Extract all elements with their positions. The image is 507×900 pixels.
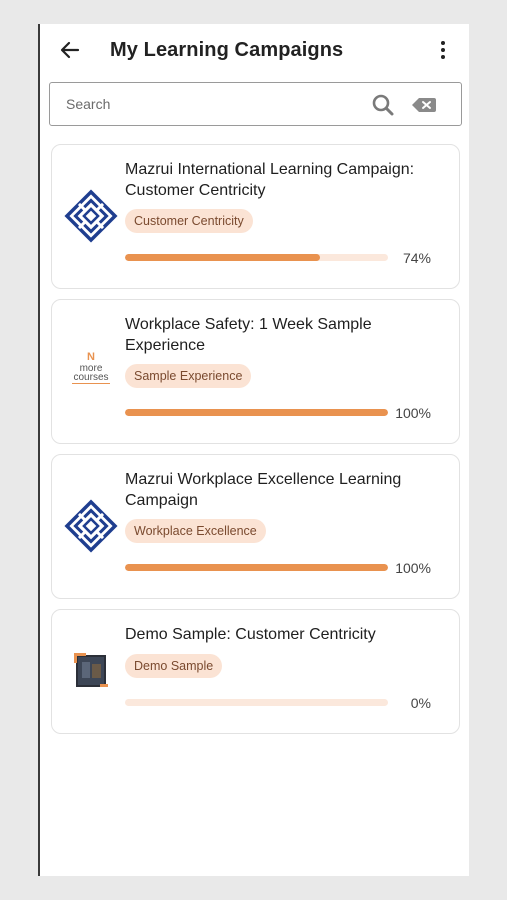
campaign-title: Demo Sample: Customer Centricity	[125, 626, 376, 643]
more-courses-logo-icon: N more courses	[72, 351, 110, 384]
progress-percent: 100%	[395, 405, 431, 421]
progress-fill	[125, 409, 388, 416]
campaign-card[interactable]: Demo Sample: Customer Centricity Demo Sa…	[51, 609, 460, 734]
progress-fill	[125, 254, 320, 261]
clear-icon[interactable]	[411, 95, 437, 115]
progress-fill	[125, 564, 388, 571]
search-input[interactable]: Search	[66, 96, 110, 112]
progress-percent: 100%	[395, 560, 431, 576]
progress-bar	[125, 564, 388, 571]
progress-percent: 0%	[410, 695, 431, 711]
campaign-tag: Demo Sample	[125, 654, 223, 678]
progress-bar	[125, 409, 388, 416]
more-options-icon[interactable]	[431, 38, 455, 62]
demo-thumbnail-icon	[74, 653, 108, 687]
campaign-tag: Sample Experience	[125, 364, 252, 388]
back-arrow-icon[interactable]	[58, 38, 82, 62]
campaign-card[interactable]: N more courses Workplace Safety: 1 Week …	[51, 299, 460, 444]
logo-text-n: N	[87, 351, 95, 363]
logo-text-courses: courses	[73, 372, 108, 383]
search-bar[interactable]: Search	[49, 82, 462, 126]
app-screen: My Learning Campaigns Search Mazrui Inte…	[38, 24, 469, 876]
mazrui-logo-icon	[64, 499, 118, 553]
campaign-title: Mazrui International Learning Campaign: …	[125, 161, 415, 199]
campaign-tag: Workplace Excellence	[125, 519, 266, 543]
page-title: My Learning Campaigns	[110, 39, 344, 61]
app-bar: My Learning Campaigns	[40, 24, 469, 80]
campaign-tag: Customer Centricity	[125, 209, 253, 233]
campaign-card[interactable]: Mazrui International Learning Campaign: …	[51, 144, 460, 289]
campaign-card[interactable]: Mazrui Workplace Excellence Learning Cam…	[51, 454, 460, 599]
progress-percent: 74%	[402, 250, 431, 266]
campaign-title: Workplace Safety: 1 Week Sample Experien…	[125, 316, 372, 354]
campaign-title: Mazrui Workplace Excellence Learning Cam…	[125, 471, 402, 509]
mazrui-logo-icon	[64, 189, 118, 243]
progress-bar	[125, 699, 388, 706]
search-icon[interactable]	[371, 93, 395, 117]
progress-bar	[125, 254, 388, 261]
